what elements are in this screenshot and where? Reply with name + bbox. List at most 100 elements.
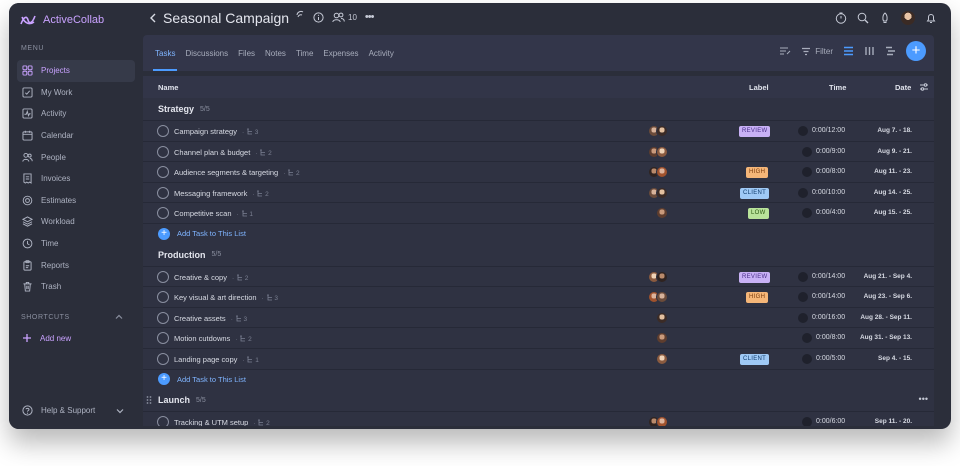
assignee-avatar[interactable]: [656, 416, 668, 426]
timer-toggle-icon[interactable]: [802, 353, 812, 364]
task-complete-checkbox[interactable]: [157, 207, 169, 220]
assignee-avatar[interactable]: [656, 125, 668, 137]
task-name[interactable]: Key visual & art direction: [174, 293, 257, 302]
task-complete-checkbox[interactable]: [157, 332, 169, 345]
task-label-badge[interactable]: REVIEW: [739, 271, 771, 283]
info-icon[interactable]: [313, 11, 324, 23]
timer-toggle-icon[interactable]: [798, 271, 808, 282]
assignee-avatar[interactable]: [656, 332, 668, 345]
task-name[interactable]: Messaging framework: [174, 189, 247, 198]
task-complete-checkbox[interactable]: [157, 416, 169, 426]
task-row[interactable]: Campaign strategy · 3 REVIEW 0:00/12:00 Aug …: [143, 120, 934, 141]
assignee-avatar[interactable]: [656, 145, 668, 158]
task-name[interactable]: Audience segments & targeting: [174, 168, 278, 177]
task-complete-checkbox[interactable]: [157, 291, 169, 304]
assignee-avatar[interactable]: [656, 207, 668, 220]
task-name[interactable]: Competitive scan: [174, 209, 232, 218]
task-row[interactable]: Competitive scan · 1 LOW 0:00/4:00 Aug 15. -…: [143, 202, 934, 223]
help-support[interactable]: Help & Support: [22, 405, 124, 416]
sidebar-item-estimates[interactable]: Estimates: [17, 190, 135, 212]
add-task-to-list-button[interactable]: + Add Task to This List: [143, 222, 934, 244]
assignee-avatar[interactable]: [656, 270, 668, 283]
add-task-to-list-button[interactable]: + Add Task to This List: [143, 368, 934, 390]
timeline-view-icon[interactable]: [885, 46, 896, 56]
task-date[interactable]: Aug 7. - 18.: [877, 127, 912, 134]
column-date[interactable]: Date: [895, 83, 911, 92]
task-row[interactable]: Creative & copy · 2 REVIEW 0:00/14:00 Aug 21…: [143, 265, 934, 287]
task-row[interactable]: Audience segments & targeting · 2 HIGH 0:00…: [143, 161, 934, 182]
column-settings-icon[interactable]: [919, 82, 929, 92]
tab-discussions[interactable]: Discussions: [185, 35, 228, 71]
task-date[interactable]: Sep 11. - 20.: [875, 418, 912, 425]
task-label-badge[interactable]: HIGH: [746, 167, 769, 179]
assignee-avatar[interactable]: [656, 166, 668, 179]
tab-tasks[interactable]: Tasks: [152, 35, 178, 71]
column-view-icon[interactable]: [864, 46, 875, 56]
task-row[interactable]: Key visual & art direction · 3 HIGH 0:00/14…: [143, 286, 934, 307]
task-date[interactable]: Sep 4. - 15.: [878, 355, 912, 362]
column-time[interactable]: Time: [829, 83, 846, 92]
task-list-header[interactable]: Launch 5/5 •••: [143, 389, 934, 411]
task-name[interactable]: Creative assets: [174, 314, 226, 323]
more-options-icon[interactable]: •••: [365, 11, 375, 23]
task-label-badge[interactable]: CLIENT: [740, 353, 770, 365]
timer-toggle-icon[interactable]: [798, 187, 808, 198]
sidebar-item-my-work[interactable]: My Work: [17, 82, 135, 104]
sidebar-item-workload[interactable]: Workload: [17, 211, 135, 233]
filter-button[interactable]: Filter: [801, 47, 833, 56]
task-date[interactable]: Aug 23. - Sep 6.: [864, 293, 912, 300]
task-label-badge[interactable]: REVIEW: [739, 126, 771, 137]
task-row[interactable]: Motion cutdowns · 2 0:00/8:00 Aug 31. - Sep…: [143, 327, 934, 348]
chevron-up-icon[interactable]: [115, 313, 123, 321]
back-arrow-icon[interactable]: [149, 12, 158, 24]
task-name[interactable]: Channel plan & budget: [174, 148, 250, 157]
tab-activity[interactable]: Activity: [369, 35, 394, 71]
sort-options-icon[interactable]: [779, 46, 791, 56]
sidebar-item-invoices[interactable]: Invoices: [17, 168, 135, 190]
add-new-shortcut[interactable]: Add new: [22, 333, 71, 343]
timer-toggle-icon[interactable]: [802, 167, 812, 178]
notifications-bell-icon[interactable]: [925, 12, 937, 24]
add-task-fab-button[interactable]: +: [906, 41, 926, 61]
task-date[interactable]: Aug 9. - 21.: [877, 148, 912, 155]
task-name[interactable]: Tracking & UTM setup: [174, 418, 248, 426]
timer-toggle-icon[interactable]: [798, 312, 808, 323]
task-label-badge[interactable]: HIGH: [746, 292, 769, 304]
timer-toggle-icon[interactable]: [798, 292, 808, 303]
task-complete-checkbox[interactable]: [157, 186, 169, 199]
tab-expenses[interactable]: Expenses: [323, 35, 358, 71]
sync-icon[interactable]: [295, 9, 305, 19]
timer-toggle-icon[interactable]: [802, 333, 812, 344]
sidebar-item-time[interactable]: Time: [17, 233, 135, 255]
assignee-avatar[interactable]: [656, 311, 668, 324]
task-row[interactable]: Messaging framework · 2 CLIENT 0:00/10:00 Au…: [143, 181, 934, 203]
task-name[interactable]: Creative & copy: [174, 273, 227, 282]
timer-icon[interactable]: [835, 12, 847, 24]
column-label[interactable]: Label: [749, 83, 769, 92]
more-options-icon[interactable]: •••: [919, 394, 928, 404]
task-complete-checkbox[interactable]: [157, 311, 169, 324]
tab-time[interactable]: Time: [296, 35, 313, 71]
timer-toggle-icon[interactable]: [798, 126, 808, 136]
column-name[interactable]: Name: [158, 83, 178, 92]
task-date[interactable]: Aug 11. - 23.: [874, 168, 912, 175]
task-name[interactable]: Campaign strategy: [174, 127, 237, 136]
assignee-avatar[interactable]: [656, 291, 668, 304]
user-avatar[interactable]: [901, 11, 915, 25]
task-row[interactable]: Creative assets · 3 0:00/16:00 Aug 28. - Se…: [143, 306, 934, 328]
task-complete-checkbox[interactable]: [157, 352, 169, 365]
task-list-header[interactable]: Production 5/5: [143, 244, 934, 266]
timer-toggle-icon[interactable]: [802, 417, 812, 426]
task-complete-checkbox[interactable]: [157, 145, 169, 158]
task-date[interactable]: Aug 15. - 25.: [874, 209, 912, 216]
sidebar-item-trash[interactable]: Trash: [17, 276, 135, 298]
task-row[interactable]: Tracking & UTM setup · 2 0:00/6:00 Sep 11. …: [143, 411, 934, 426]
task-date[interactable]: Aug 21. - Sep 4.: [864, 273, 912, 280]
people-button[interactable]: 10: [332, 12, 357, 23]
task-complete-checkbox[interactable]: [157, 270, 169, 283]
task-name[interactable]: Landing page copy: [174, 355, 237, 364]
timer-toggle-icon[interactable]: [802, 208, 812, 219]
timer-toggle-icon[interactable]: [802, 146, 812, 157]
task-complete-checkbox[interactable]: [157, 166, 169, 179]
tab-notes[interactable]: Notes: [265, 35, 286, 71]
